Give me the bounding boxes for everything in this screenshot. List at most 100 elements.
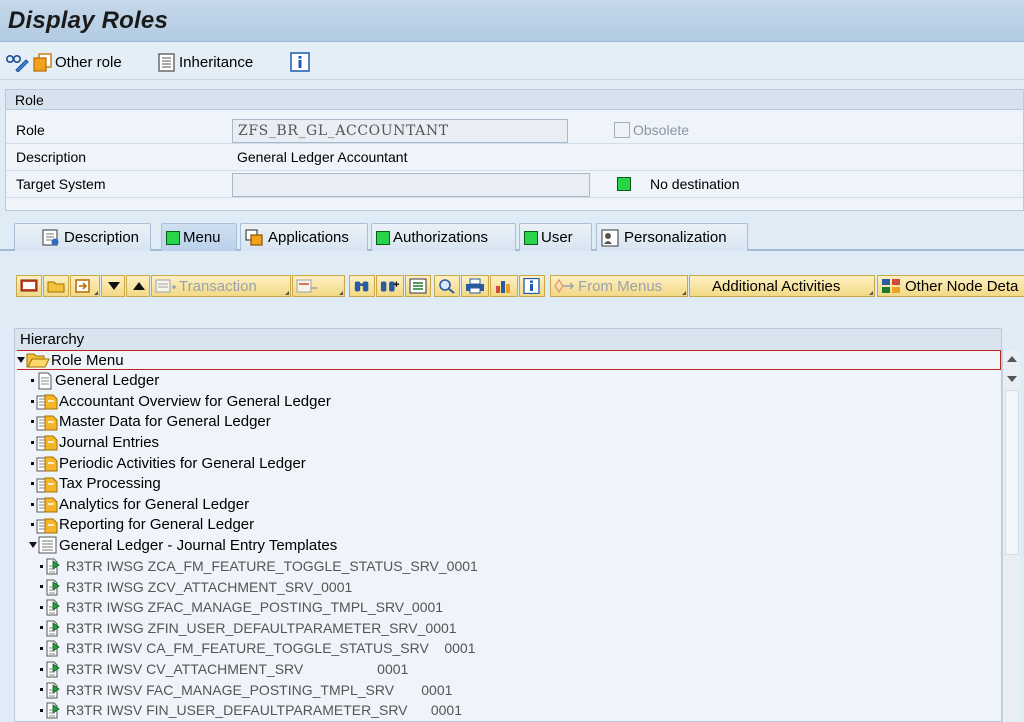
description-icon xyxy=(42,228,59,246)
document-list-icon xyxy=(38,536,58,554)
leaf-bullet-icon[interactable] xyxy=(31,482,34,486)
other-role-button[interactable]: Other role xyxy=(33,51,122,73)
node-details-icon xyxy=(882,279,900,293)
find-button[interactable] xyxy=(349,275,375,297)
tree-node[interactable]: R3TR IWSG ZFAC_MANAGE_POSTING_TMPL_SRV_0… xyxy=(38,597,443,617)
obsolete-checkbox-group[interactable]: Obsolete xyxy=(614,122,689,138)
additional-activities-label: Additional Activities xyxy=(712,277,841,295)
description-label: Description xyxy=(16,149,87,165)
zoom-button[interactable] xyxy=(434,275,460,297)
move-down-button[interactable] xyxy=(101,275,125,297)
vertical-scrollbar[interactable] xyxy=(1002,350,1020,722)
tree-node[interactable]: R3TR IWSG ZFIN_USER_DEFAULTPARAMETER_SRV… xyxy=(38,618,457,638)
leaf-bullet-icon[interactable] xyxy=(40,564,43,568)
tree-node[interactable]: R3TR IWSV CA_FM_FEATURE_TOGGLE_STATUS_SR… xyxy=(38,638,476,658)
transaction-button[interactable]: Transaction xyxy=(151,275,291,297)
expand-triangle-icon[interactable] xyxy=(29,542,37,549)
leaf-bullet-icon[interactable] xyxy=(31,502,34,506)
inheritance-button[interactable]: Inheritance xyxy=(157,51,253,73)
leaf-bullet-icon[interactable] xyxy=(40,708,43,712)
role-field[interactable]: ZFS_BR_GL_ACCOUNTANT xyxy=(232,119,568,143)
description-field[interactable]: General Ledger Accountant xyxy=(232,146,1012,170)
tab-description-label: Description xyxy=(64,229,140,246)
move-icon xyxy=(75,279,90,293)
other-role-label: Other role xyxy=(55,53,122,71)
tab-menu[interactable]: Menu xyxy=(161,223,237,251)
from-menus-icon xyxy=(554,278,574,294)
leaf-bullet-icon[interactable] xyxy=(40,667,43,671)
leaf-bullet-icon[interactable] xyxy=(31,379,34,383)
print-button[interactable] xyxy=(461,275,489,297)
tree-node[interactable]: Master Data for General Ledger xyxy=(29,412,271,432)
from-menus-button[interactable]: From Menus xyxy=(550,275,688,297)
triangle-up-icon xyxy=(133,282,145,290)
tree-node[interactable]: Periodic Activities for General Ledger xyxy=(29,453,306,473)
create-folder-button[interactable] xyxy=(16,275,42,297)
leaf-bullet-icon[interactable] xyxy=(40,688,43,692)
tree-node[interactable]: Role Menu xyxy=(17,350,1001,370)
leaf-bullet-icon[interactable] xyxy=(31,399,34,403)
tree-node[interactable]: Reporting for General Ledger xyxy=(29,515,254,535)
tree-node[interactable]: R3TR IWSG ZCA_FM_FEATURE_TOGGLE_STATUS_S… xyxy=(38,556,478,576)
display-change-button[interactable] xyxy=(5,51,29,73)
glasses-pencil-icon xyxy=(5,54,29,72)
delete-node-icon xyxy=(296,279,317,293)
other-node-details-button[interactable]: Other Node Deta xyxy=(877,275,1024,297)
tree-node[interactable]: General Ledger - Journal Entry Templates xyxy=(29,535,337,555)
tab-strip: Description Menu Applications Authorizat… xyxy=(14,223,1024,251)
leaf-bullet-icon[interactable] xyxy=(31,461,34,465)
tree-node[interactable]: Analytics for General Ledger xyxy=(29,494,249,514)
tab-menu-label: Menu xyxy=(183,229,221,246)
tree-node-label: Role Menu xyxy=(51,351,124,369)
find-next-button[interactable] xyxy=(376,275,404,297)
expand-subtree-button[interactable] xyxy=(405,275,431,297)
tree-node-label: General Ledger xyxy=(55,372,160,390)
expand-triangle-icon[interactable] xyxy=(17,357,25,363)
leaf-bullet-icon[interactable] xyxy=(40,585,43,589)
tab-applications[interactable]: Applications xyxy=(240,223,368,251)
page-title: Display Roles xyxy=(8,7,168,34)
tab-personalization-label: Personalization xyxy=(624,229,727,246)
leaf-bullet-icon[interactable] xyxy=(31,420,34,424)
scroll-down-icon[interactable] xyxy=(1007,376,1017,382)
target-system-field[interactable] xyxy=(232,173,590,197)
folder-link-icon xyxy=(36,413,58,431)
additional-activities-button[interactable]: Additional Activities xyxy=(689,275,875,297)
info-menu-button[interactable] xyxy=(519,275,545,297)
tab-user[interactable]: User xyxy=(519,223,592,251)
service-icon xyxy=(45,578,65,596)
tree-node[interactable]: Journal Entries xyxy=(29,432,159,452)
obsolete-checkbox[interactable] xyxy=(614,122,630,138)
tree-node[interactable]: R3TR IWSV CV_ATTACHMENT_SRV 0001 xyxy=(38,659,408,679)
leaf-bullet-icon[interactable] xyxy=(40,646,43,650)
tree-node-label: Analytics for General Ledger xyxy=(59,495,250,513)
leaf-bullet-icon[interactable] xyxy=(40,605,43,609)
tab-personalization[interactable]: Personalization xyxy=(596,223,748,251)
delete-node-button[interactable] xyxy=(292,275,345,297)
tree-node[interactable]: R3TR IWSV FIN_USER_DEFAULTPARAMETER_SRV … xyxy=(38,700,462,720)
move-button[interactable] xyxy=(70,275,100,297)
bar-chart-icon xyxy=(496,281,510,293)
tree-node[interactable]: General Ledger xyxy=(29,371,159,391)
tree-node[interactable]: R3TR IWSV FAC_MANAGE_POSTING_TMPL_SRV 00… xyxy=(38,680,452,700)
scroll-up-icon[interactable] xyxy=(1007,356,1017,362)
other-object-icon xyxy=(33,53,52,72)
tab-authorizations[interactable]: Authorizations xyxy=(371,223,516,251)
tree-node-label: Accountant Overview for General Ledger xyxy=(59,392,331,410)
document-icon xyxy=(36,372,54,390)
other-node-details-label: Other Node Deta xyxy=(905,277,1019,295)
tree-node[interactable]: Accountant Overview for General Ledger xyxy=(29,391,331,411)
tab-description[interactable]: Description xyxy=(14,223,151,251)
new-folder-button[interactable] xyxy=(43,275,69,297)
leaf-bullet-icon[interactable] xyxy=(40,626,43,630)
move-up-button[interactable] xyxy=(126,275,150,297)
info-button[interactable] xyxy=(290,51,310,73)
destination-status-icon xyxy=(617,177,631,191)
chart-button[interactable] xyxy=(490,275,518,297)
tree-node-label: R3TR IWSV FAC_MANAGE_POSTING_TMPL_SRV 00… xyxy=(66,681,453,698)
tree-node[interactable]: R3TR IWSG ZCV_ATTACHMENT_SRV_0001 xyxy=(38,577,352,597)
tree-node[interactable]: Tax Processing xyxy=(29,474,161,494)
scroll-thumb[interactable] xyxy=(1005,390,1019,555)
leaf-bullet-icon[interactable] xyxy=(31,523,34,527)
leaf-bullet-icon[interactable] xyxy=(31,440,34,444)
